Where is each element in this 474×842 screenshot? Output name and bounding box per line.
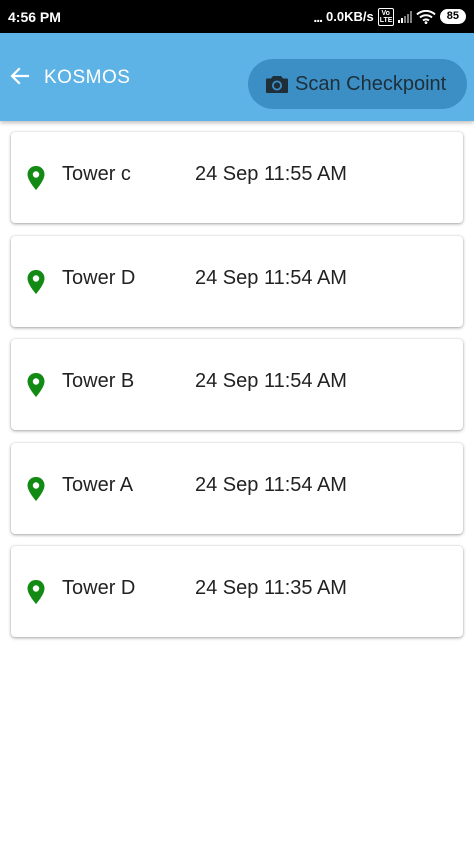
back-button[interactable] (7, 63, 33, 89)
checkpoint-card[interactable]: Tower B 24 Sep 11:54 AM (11, 339, 463, 430)
wifi-icon (416, 9, 436, 24)
tower-name: Tower D (62, 577, 136, 599)
volte-icon: Vo LTE (377, 7, 394, 26)
checkpoint-time: 24 Sep 11:54 AM (195, 266, 347, 289)
location-pin-icon (27, 580, 45, 604)
checkpoint-card[interactable]: Tower A 24 Sep 11:54 AM (11, 442, 463, 534)
status-bar: 4:56 PM ... 0.0KB/s Vo LTE 85 (0, 0, 474, 33)
scan-checkpoint-button[interactable]: Scan Checkpoint (248, 59, 467, 109)
checkpoint-card[interactable]: Tower c 24 Sep 11:55 AM (11, 132, 463, 223)
location-pin-icon (27, 166, 45, 190)
network-speed: 0.0KB/s (326, 9, 374, 24)
arrow-back-icon (10, 67, 30, 85)
battery-indicator: 85 (439, 9, 466, 24)
tower-name: Tower B (62, 370, 135, 392)
tower-name: Tower A (62, 473, 134, 496)
checkpoint-time: 24 Sep 11:35 AM (195, 577, 347, 599)
page-title: KOSMOS (44, 67, 131, 88)
checkpoint-time: 24 Sep 11:54 AM (195, 370, 347, 392)
location-pin-icon (27, 373, 45, 397)
signal-icon (397, 10, 412, 23)
tower-name: Tower D (62, 266, 136, 289)
location-pin-icon (27, 269, 45, 294)
checkpoint-time: 24 Sep 11:54 AM (195, 473, 347, 496)
location-pin-icon (27, 476, 45, 501)
checkpoint-card[interactable]: Tower D 24 Sep 11:35 AM (11, 546, 463, 637)
more-dots-icon: ... (313, 8, 323, 25)
status-time: 4:56 PM (8, 8, 61, 25)
scan-checkpoint-label: Scan Checkpoint (295, 72, 447, 95)
camera-icon (266, 76, 288, 93)
checkpoint-time: 24 Sep 11:55 AM (195, 163, 347, 185)
tower-name: Tower c (62, 163, 131, 185)
app-bar: KOSMOS Scan Checkpoint (0, 33, 474, 121)
checkpoint-list: Tower c 24 Sep 11:55 AM Tower D 24 Sep 1… (11, 132, 463, 650)
status-indicators: ... 0.0KB/s Vo LTE 85 (313, 7, 466, 26)
checkpoint-card[interactable]: Tower D 24 Sep 11:54 AM (11, 235, 463, 327)
